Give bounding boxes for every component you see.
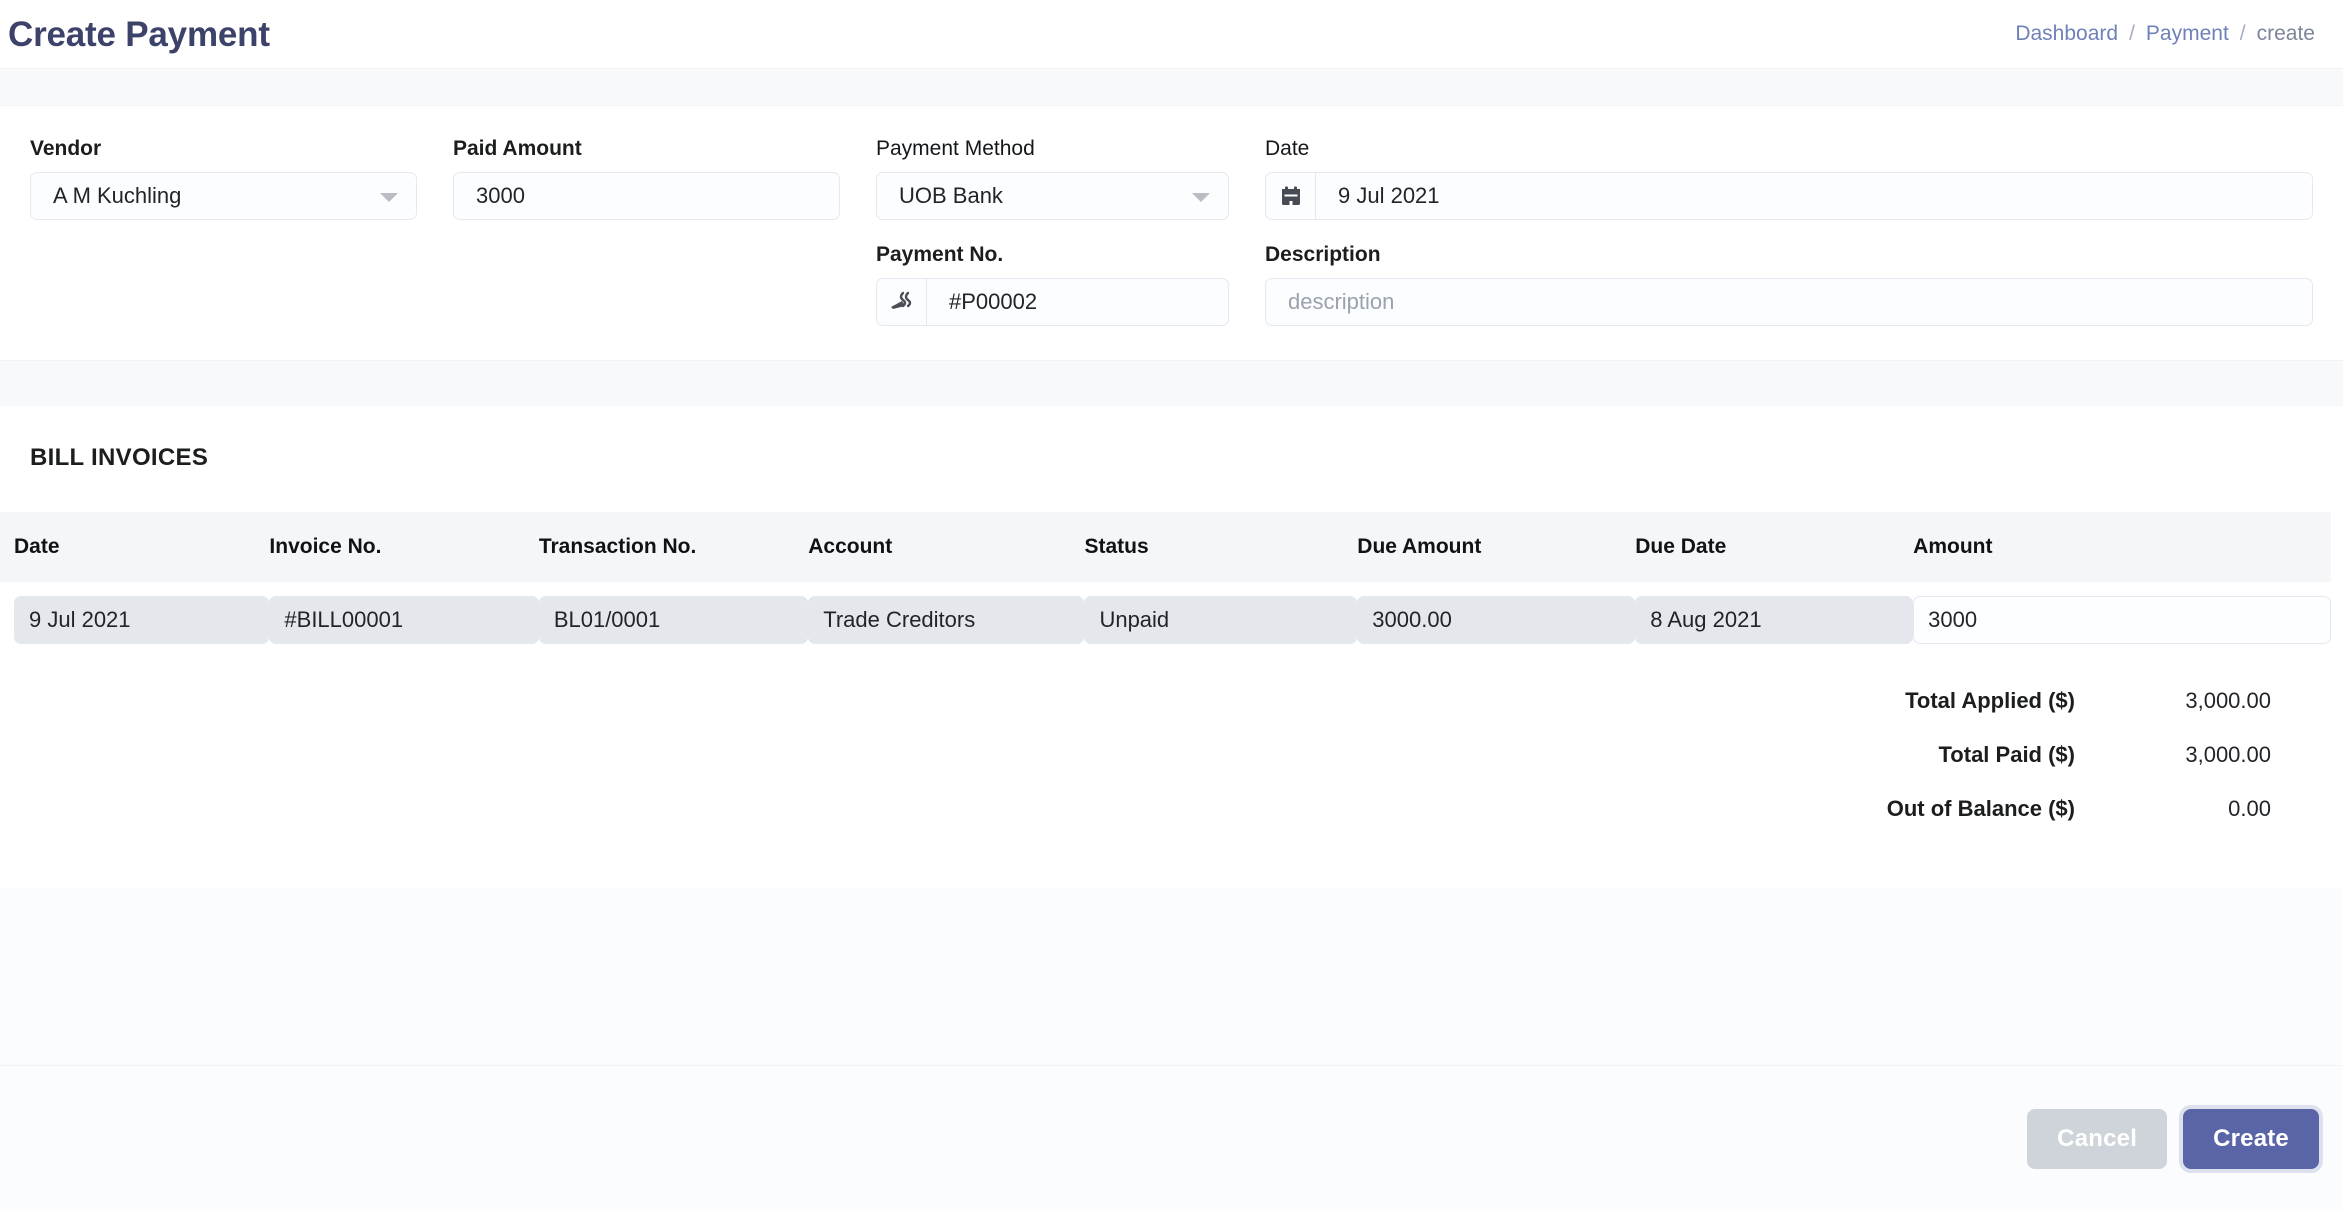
total-applied-value: 3,000.00 bbox=[2185, 688, 2271, 714]
out-of-balance-label: Out of Balance ($) bbox=[1886, 796, 2075, 822]
vendor-field: Vendor A M Kuchling bbox=[30, 136, 417, 221]
breadcrumb-item-create: create bbox=[2256, 22, 2315, 45]
description-label: Description bbox=[1265, 243, 1381, 267]
column-header-due-date: Due Date bbox=[1635, 535, 1727, 559]
total-paid-value: 3,000.00 bbox=[2185, 742, 2271, 768]
cancel-button[interactable]: Cancel bbox=[2027, 1108, 2168, 1169]
totals-section: Total Applied ($) 3,000.00 Total Paid ($… bbox=[0, 658, 2343, 888]
table-header-row: Date Invoice No. Transaction No. Account… bbox=[0, 512, 2331, 583]
total-applied-label: Total Applied ($) bbox=[1905, 688, 2075, 714]
vendor-selected-value: A M Kuchling bbox=[53, 183, 182, 209]
chevron-down-icon bbox=[380, 193, 398, 203]
column-header-invoice-no: Invoice No. bbox=[269, 535, 382, 559]
paid-amount-control[interactable] bbox=[453, 172, 840, 221]
table-head: Date Invoice No. Transaction No. Account… bbox=[0, 512, 2331, 583]
cell-invoice-no bbox=[269, 582, 539, 659]
table-body bbox=[0, 582, 2331, 659]
form-column-payment: Payment Method UOB Bank Payment No. bbox=[876, 136, 1229, 327]
date-label: Date bbox=[1265, 137, 1310, 160]
create-payment-page: Create Payment Dashboard / Payment / cre… bbox=[0, 0, 2343, 1211]
cell-status bbox=[1084, 582, 1358, 659]
bill-invoices-table-wrap: Date Invoice No. Transaction No. Account… bbox=[0, 512, 2343, 659]
breadcrumb-item-dashboard[interactable]: Dashboard bbox=[2015, 22, 2118, 46]
total-paid-row: Total Paid ($) 3,000.00 bbox=[0, 728, 2343, 782]
total-paid-label: Total Paid ($) bbox=[1938, 742, 2076, 768]
vendor-label: Vendor bbox=[30, 137, 102, 160]
payment-no-control[interactable] bbox=[876, 278, 1229, 327]
column-header-account: Account bbox=[808, 535, 893, 559]
form-column-date: Date 9 Jul 2021 Description description bbox=[1265, 136, 2313, 327]
payment-no-label: Payment No. bbox=[876, 243, 1004, 267]
cell-due-amount bbox=[1357, 582, 1636, 659]
breadcrumb-item-payment[interactable]: Payment bbox=[2146, 22, 2229, 46]
pencil-icon bbox=[877, 279, 927, 326]
page-header: Create Payment Dashboard / Payment / cre… bbox=[0, 0, 2343, 68]
cell-date bbox=[0, 582, 270, 659]
row-transaction-no-input bbox=[538, 596, 809, 645]
breadcrumb: Dashboard / Payment / create bbox=[2015, 22, 2325, 46]
calendar-icon[interactable] bbox=[1266, 173, 1316, 220]
date-field: Date bbox=[1265, 136, 2313, 221]
column-header-amount: Amount bbox=[1913, 535, 1993, 559]
section-divider-top bbox=[0, 68, 2343, 106]
bill-invoices-title: BILL INVOICES bbox=[30, 444, 209, 472]
form-column-vendor: Vendor A M Kuchling bbox=[30, 136, 417, 326]
bill-invoices-card: BILL INVOICES Date Invoice No. Transacti… bbox=[0, 406, 2343, 889]
form-column-paid-amount: Paid Amount bbox=[453, 136, 840, 326]
row-invoice-no-input bbox=[269, 596, 539, 645]
row-date-input bbox=[14, 596, 270, 645]
form-footer: Cancel Create bbox=[0, 1065, 2343, 1211]
payment-form-grid: Vendor A M Kuchling Paid Amount 3000 Pay… bbox=[30, 136, 2313, 327]
payment-method-label: Payment Method bbox=[876, 137, 1035, 160]
table-row bbox=[0, 582, 2331, 659]
row-due-amount-input bbox=[1357, 596, 1636, 645]
description-field: Description bbox=[1265, 242, 2313, 327]
breadcrumb-separator: / bbox=[2239, 22, 2246, 45]
cell-amount bbox=[1913, 582, 2331, 659]
create-button[interactable]: Create bbox=[2183, 1108, 2319, 1169]
cell-account bbox=[808, 582, 1085, 659]
chevron-down-icon bbox=[1192, 193, 1210, 203]
page-title: Create Payment bbox=[8, 14, 270, 54]
payment-method-selected-value: UOB Bank bbox=[899, 183, 1003, 209]
cell-transaction-no bbox=[538, 582, 809, 659]
column-header-due-amount: Due Amount bbox=[1357, 535, 1482, 559]
description-input[interactable] bbox=[1266, 279, 2312, 326]
payment-form-card: Vendor A M Kuchling Paid Amount 3000 Pay… bbox=[0, 106, 2343, 361]
row-status-input bbox=[1084, 596, 1358, 645]
breadcrumb-separator: / bbox=[2129, 22, 2135, 45]
bill-invoices-table: Date Invoice No. Transaction No. Account… bbox=[0, 512, 2331, 659]
payment-no-field: Payment No. bbox=[876, 242, 1229, 327]
out-of-balance-row: Out of Balance ($) 0.00 bbox=[0, 782, 2343, 836]
row-account-input bbox=[808, 596, 1085, 645]
payment-no-input[interactable] bbox=[927, 279, 1228, 326]
payment-method-field: Payment Method UOB Bank bbox=[876, 136, 1229, 221]
out-of-balance-value: 0.00 bbox=[2228, 796, 2271, 822]
column-header-date: Date bbox=[14, 535, 60, 559]
row-amount-input[interactable] bbox=[1913, 596, 2331, 645]
description-control[interactable] bbox=[1265, 278, 2313, 327]
total-applied-row: Total Applied ($) 3,000.00 bbox=[0, 674, 2343, 728]
date-control[interactable] bbox=[1265, 172, 2313, 221]
vendor-select[interactable]: A M Kuchling bbox=[30, 172, 417, 221]
section-divider-middle bbox=[0, 360, 2343, 407]
payment-method-select[interactable]: UOB Bank bbox=[876, 172, 1229, 221]
column-header-transaction-no: Transaction No. bbox=[538, 535, 697, 559]
date-input[interactable] bbox=[1316, 173, 2312, 220]
row-due-date-input bbox=[1635, 596, 1914, 645]
paid-amount-label: Paid Amount bbox=[453, 137, 582, 160]
cell-due-date bbox=[1635, 582, 1914, 659]
column-header-status: Status bbox=[1084, 535, 1149, 559]
paid-amount-field: Paid Amount bbox=[453, 136, 840, 221]
paid-amount-input[interactable] bbox=[454, 173, 839, 220]
